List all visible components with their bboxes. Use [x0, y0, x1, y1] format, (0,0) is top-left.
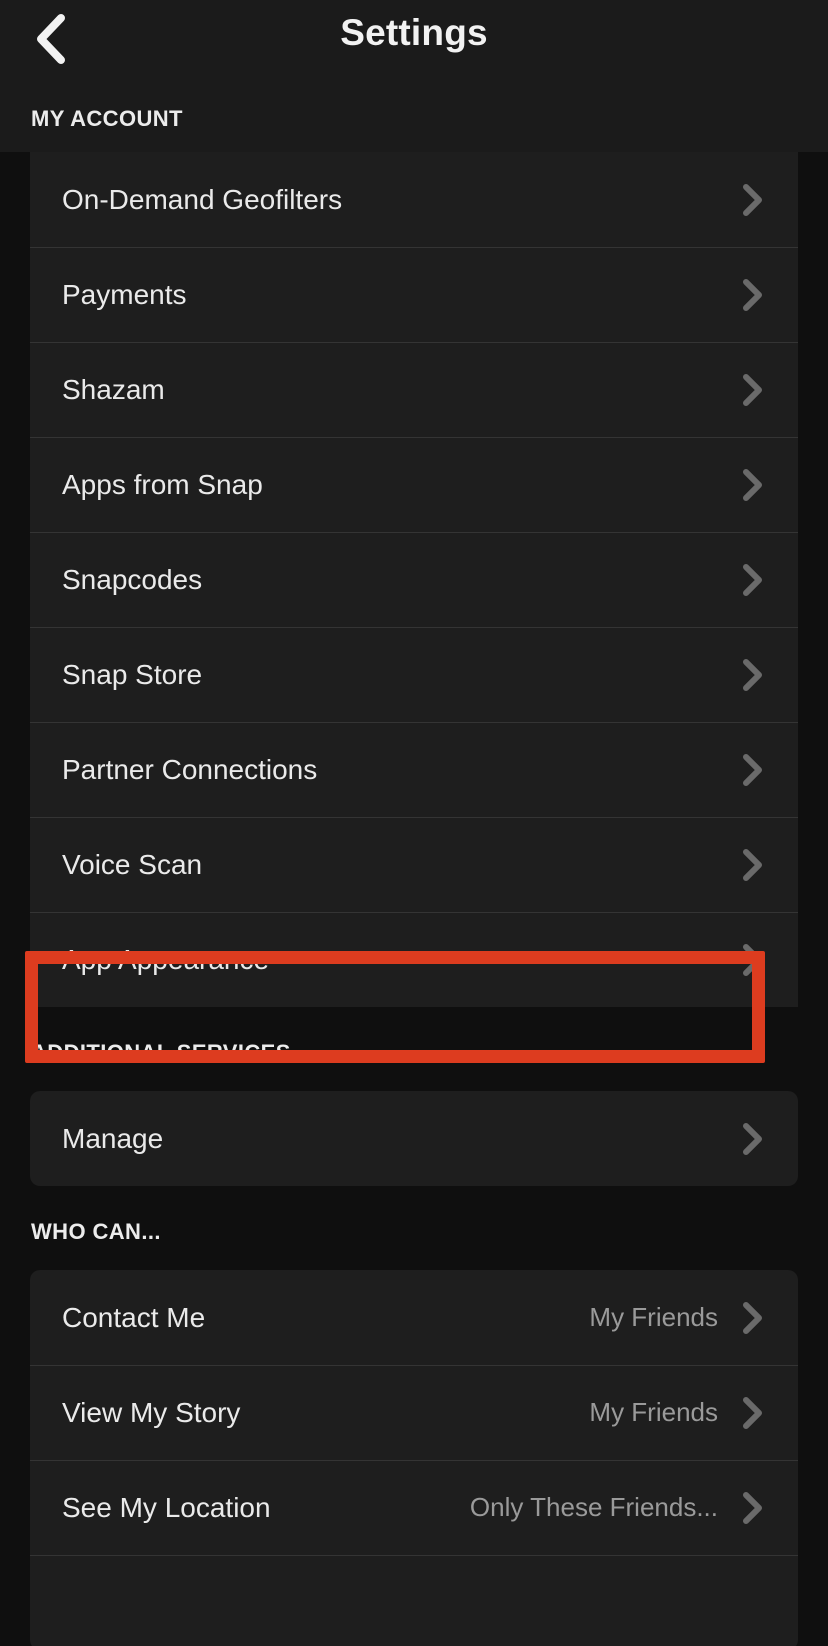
row-label: See My Location — [62, 1492, 271, 1524]
row-label: On-Demand Geofilters — [62, 184, 342, 216]
card-additional-services: Manage — [30, 1091, 798, 1186]
row-value: My Friends — [589, 1397, 718, 1428]
app-header: Settings MY ACCOUNT — [0, 0, 828, 152]
chevron-right-icon — [740, 375, 766, 405]
chevron-right-icon — [740, 1493, 766, 1523]
row-value: My Friends — [589, 1302, 718, 1333]
spacer — [0, 1245, 828, 1270]
chevron-right-icon — [740, 850, 766, 880]
list-item-app-appearance[interactable]: App Appearance — [30, 912, 798, 1007]
chevron-right-icon — [740, 1398, 766, 1428]
chevron-right-icon — [740, 280, 766, 310]
row-label: Shazam — [62, 374, 165, 406]
spacer — [0, 1186, 828, 1219]
section-label-additional-services: ADDITIONAL SERVICES — [0, 1040, 828, 1066]
row-label: Manage — [62, 1123, 163, 1155]
list-item[interactable]: Voice Scan — [30, 817, 798, 912]
page-title: Settings — [0, 12, 828, 54]
row-label: Snapcodes — [62, 564, 202, 596]
list-item[interactable]: View My Story My Friends — [30, 1365, 798, 1460]
list-item[interactable]: See My Location Only These Friends... — [30, 1460, 798, 1555]
row-label: Snap Store — [62, 659, 202, 691]
list-item[interactable]: Contact Me My Friends — [30, 1270, 798, 1365]
section-label-my-account: MY ACCOUNT — [31, 106, 183, 132]
list-item-partial[interactable] — [30, 1555, 798, 1646]
settings-list: On-Demand Geofilters Payments — [0, 152, 828, 1646]
list-item[interactable]: Apps from Snap — [30, 437, 798, 532]
row-label: Contact Me — [62, 1302, 205, 1334]
settings-screen: Settings MY ACCOUNT On-Demand Geofilters… — [0, 0, 828, 1646]
chevron-right-icon — [740, 1124, 766, 1154]
row-value: Only These Friends... — [470, 1492, 718, 1523]
chevron-right-icon — [740, 1303, 766, 1333]
list-item[interactable]: Snapcodes — [30, 532, 798, 627]
chevron-right-icon — [740, 755, 766, 785]
chevron-right-icon — [740, 470, 766, 500]
list-item[interactable]: Manage — [30, 1091, 798, 1186]
list-item[interactable]: Shazam — [30, 342, 798, 437]
list-item[interactable]: On-Demand Geofilters — [30, 152, 798, 247]
chevron-right-icon — [740, 185, 766, 215]
spacer — [0, 1007, 828, 1040]
row-label: Voice Scan — [62, 849, 202, 881]
card-who-can: Contact Me My Friends View My Story My F… — [30, 1270, 798, 1646]
chevron-right-icon — [740, 660, 766, 690]
list-item[interactable]: Snap Store — [30, 627, 798, 722]
row-label: View My Story — [62, 1397, 240, 1429]
row-label: Partner Connections — [62, 754, 317, 786]
spacer — [0, 1066, 828, 1091]
row-label: App Appearance — [62, 944, 269, 976]
section-label-who-can: WHO CAN... — [0, 1219, 828, 1245]
chevron-right-icon — [740, 565, 766, 595]
row-label: Payments — [62, 279, 187, 311]
card-my-account: On-Demand Geofilters Payments — [30, 152, 798, 1007]
list-item[interactable]: Partner Connections — [30, 722, 798, 817]
row-label: Apps from Snap — [62, 469, 263, 501]
list-item[interactable]: Payments — [30, 247, 798, 342]
chevron-right-icon — [740, 945, 766, 975]
